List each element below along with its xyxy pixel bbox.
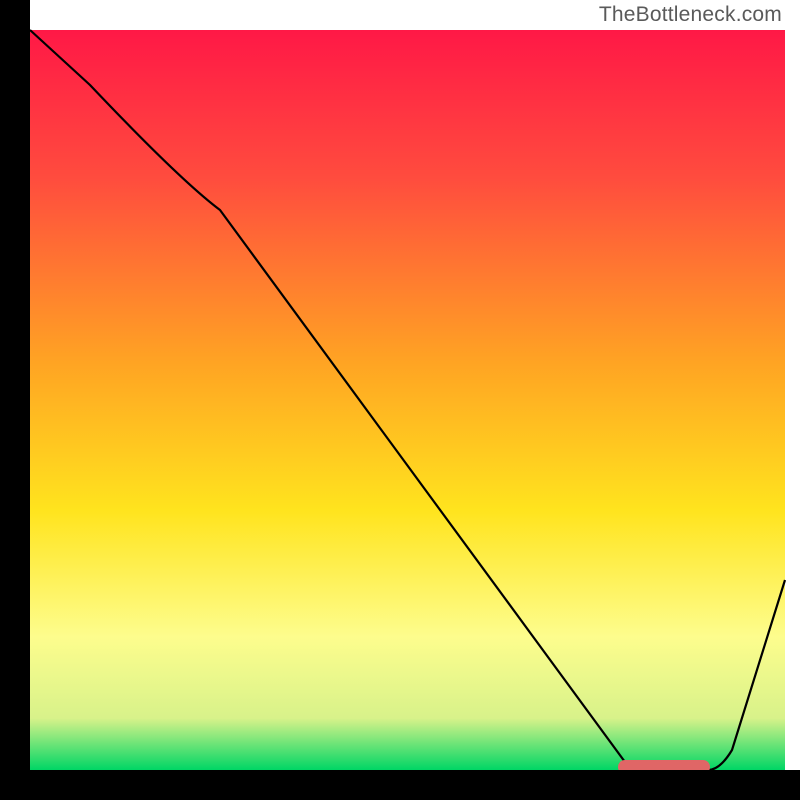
watermark-text: TheBottleneck.com <box>599 3 782 27</box>
bottleneck-chart <box>0 0 800 800</box>
plot-area <box>30 30 785 774</box>
